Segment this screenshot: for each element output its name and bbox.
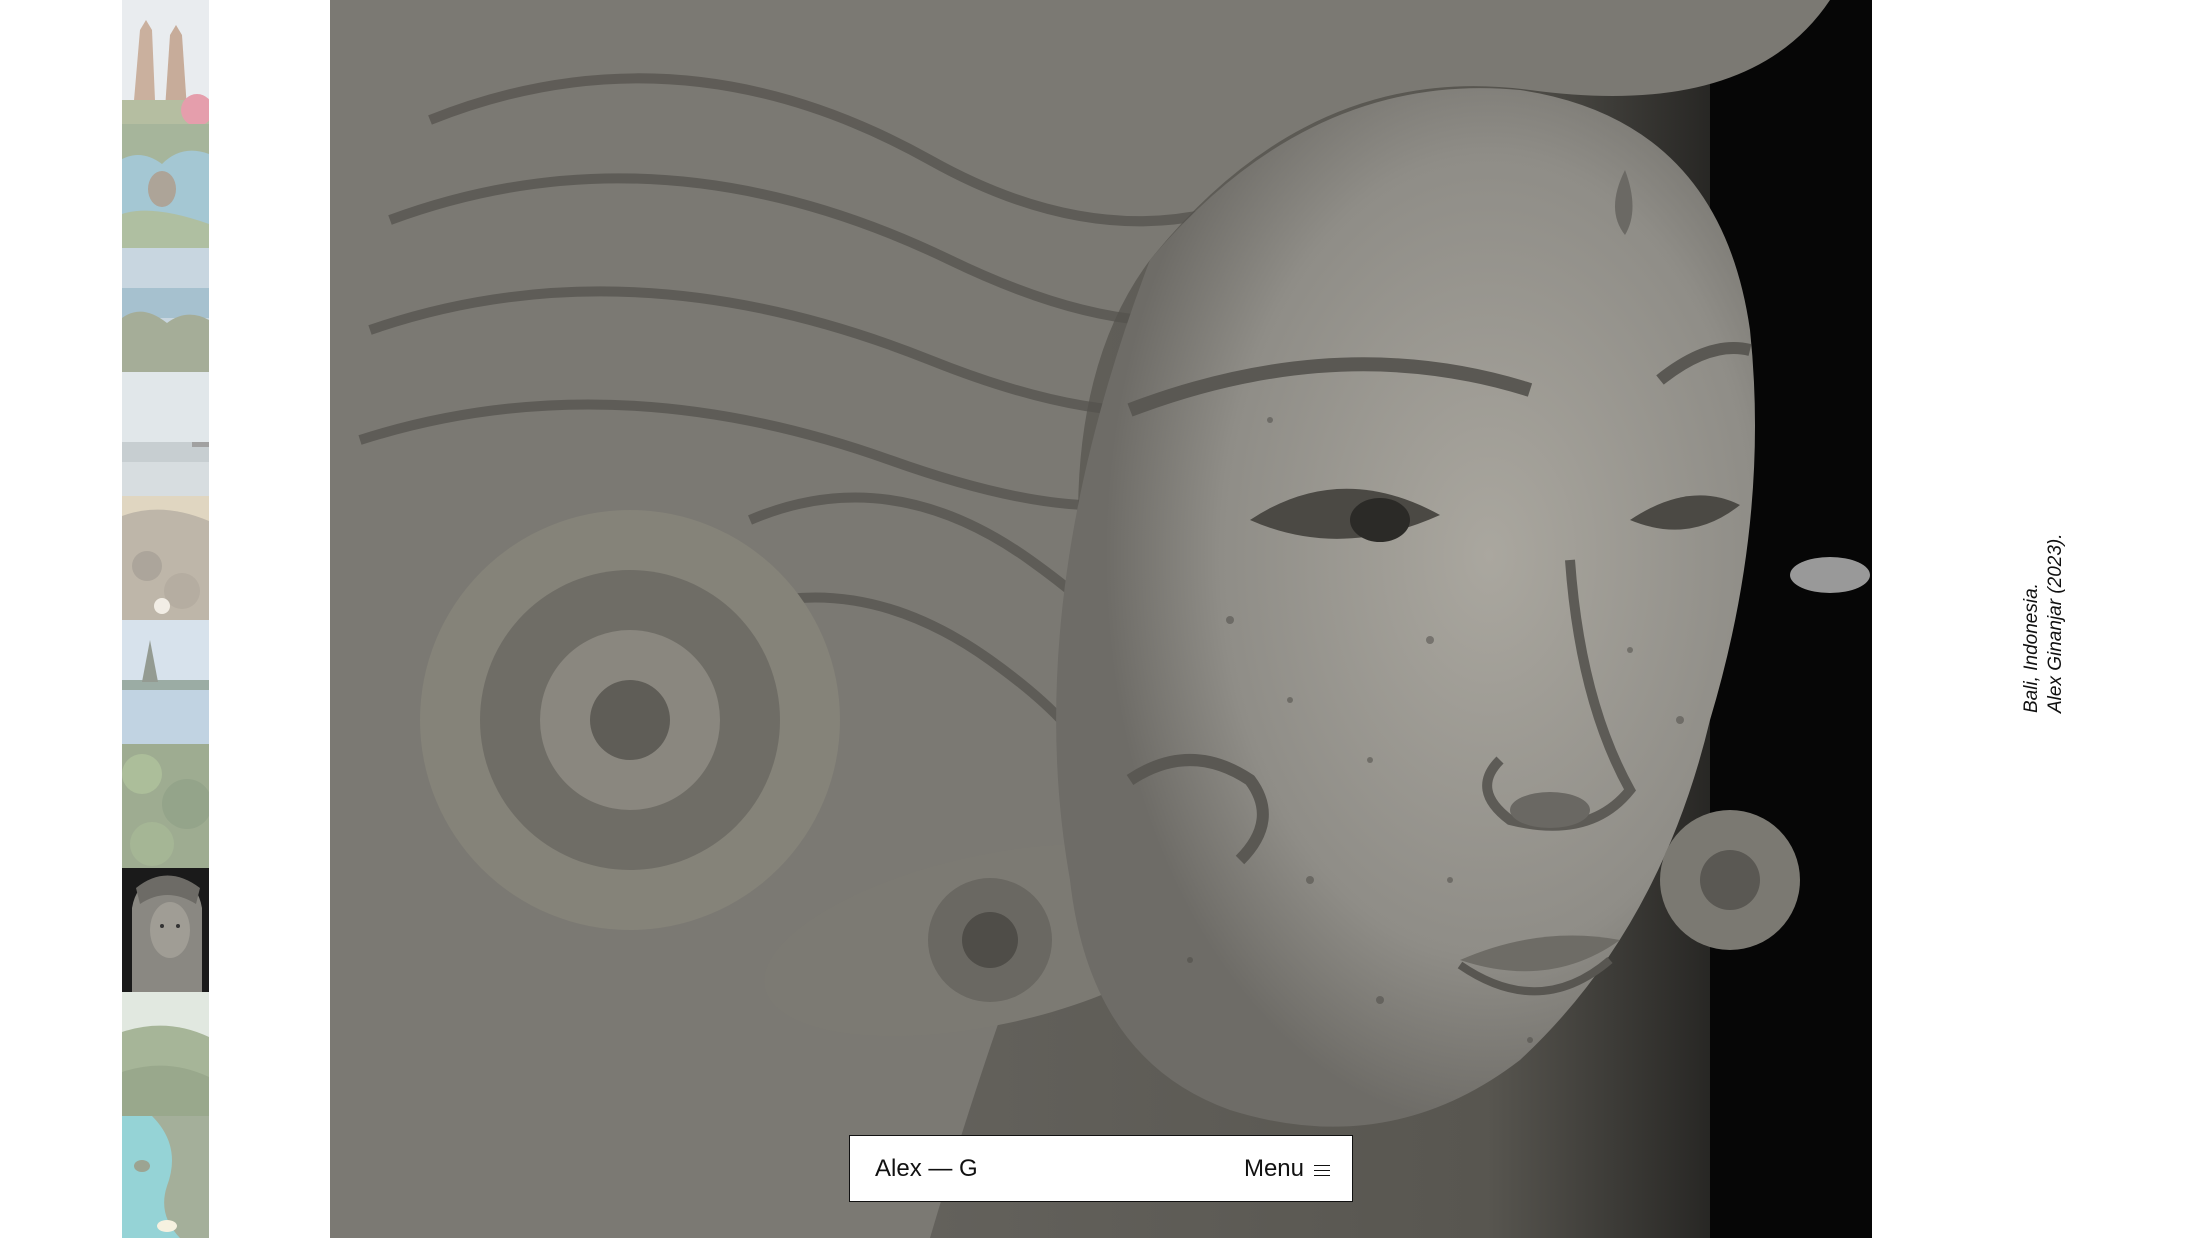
thumbnail-beach-rocks[interactable] <box>122 496 209 620</box>
thumbnail-jungle[interactable] <box>122 744 209 868</box>
main-photo-stone-statue <box>330 0 1872 1238</box>
thumbnail-lake-temple[interactable] <box>122 620 209 744</box>
caption-location: Bali, Indonesia. <box>2021 583 2042 713</box>
hamburger-icon <box>1314 1164 1330 1178</box>
thumbnail-strip[interactable] <box>122 0 209 1238</box>
thumbnail-coastal-rocks[interactable] <box>122 248 209 372</box>
thumbnail-turquoise-lagoon[interactable] <box>122 1116 209 1238</box>
menu-button[interactable]: Menu <box>1244 1155 1330 1183</box>
thumbnail-ocean-cliffs[interactable] <box>122 124 209 248</box>
bottom-navbar: Alex — G Menu <box>849 1135 1353 1202</box>
thumbnail-temple-gates[interactable] <box>122 0 209 124</box>
photo-caption: Bali, Indonesia. Alex Ginanjar (2023). <box>2020 513 2070 713</box>
thumbnail-forest-valley[interactable] <box>122 992 209 1116</box>
thumbnail-stone-statue[interactable] <box>122 868 209 992</box>
menu-label: Menu <box>1243 1154 1304 1182</box>
brand-link[interactable]: Alex — G <box>875 1155 978 1183</box>
caption-credit: Alex Ginanjar (2023). <box>2045 533 2066 713</box>
thumbnail-sea-horizon[interactable] <box>122 372 209 496</box>
